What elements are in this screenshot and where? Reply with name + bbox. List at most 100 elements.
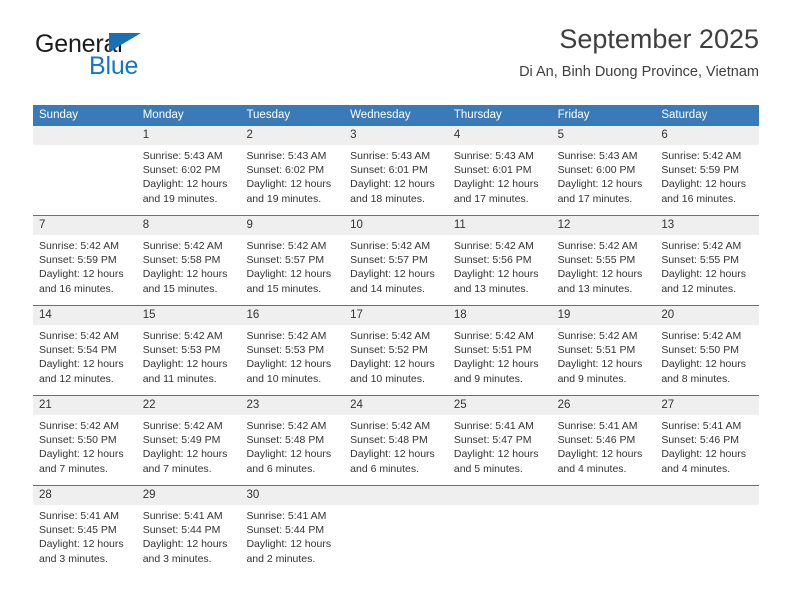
day-number[interactable]: 18 bbox=[448, 306, 552, 325]
daylight-text-line1: Daylight: 12 hours bbox=[557, 178, 643, 191]
day-number[interactable]: 27 bbox=[655, 396, 759, 415]
daylight-text-line2: and 3 minutes. bbox=[142, 552, 212, 565]
sunset-text: Sunset: 6:02 PM bbox=[142, 164, 221, 177]
day-cell[interactable] bbox=[552, 505, 656, 575]
day-cell[interactable]: Sunrise: 5:42 AM Sunset: 5:52 PM Dayligh… bbox=[344, 325, 448, 395]
day-cell[interactable]: Sunrise: 5:42 AM Sunset: 5:57 PM Dayligh… bbox=[240, 235, 344, 305]
sunset-text: Sunset: 5:54 PM bbox=[39, 344, 117, 357]
day-number[interactable]: 28 bbox=[33, 486, 137, 505]
brand-logo[interactable]: General Blue bbox=[33, 30, 273, 88]
day-number[interactable]: 26 bbox=[552, 396, 656, 415]
day-cell[interactable]: Sunrise: 5:41 AM Sunset: 5:44 PM Dayligh… bbox=[240, 505, 344, 575]
day-number[interactable]: 13 bbox=[655, 216, 759, 235]
day-number[interactable]: 23 bbox=[240, 396, 344, 415]
daylight-text-line2: and 4 minutes. bbox=[661, 462, 731, 475]
daylight-text-line1: Daylight: 12 hours bbox=[142, 448, 228, 461]
day-cell[interactable]: Sunrise: 5:42 AM Sunset: 5:50 PM Dayligh… bbox=[33, 415, 137, 485]
day-number[interactable] bbox=[448, 486, 552, 505]
sunset-text: Sunset: 5:44 PM bbox=[142, 524, 221, 537]
day-cell[interactable]: Sunrise: 5:42 AM Sunset: 5:55 PM Dayligh… bbox=[655, 235, 759, 305]
sunrise-text: Sunrise: 5:41 AM bbox=[142, 510, 223, 522]
day-number[interactable] bbox=[655, 486, 759, 505]
day-cell[interactable]: Sunrise: 5:42 AM Sunset: 5:48 PM Dayligh… bbox=[240, 415, 344, 485]
sunset-text: Sunset: 5:46 PM bbox=[661, 434, 739, 447]
day-cell[interactable]: Sunrise: 5:42 AM Sunset: 5:48 PM Dayligh… bbox=[344, 415, 448, 485]
day-number[interactable]: 7 bbox=[33, 216, 137, 235]
day-number[interactable] bbox=[33, 126, 137, 145]
day-number[interactable]: 20 bbox=[655, 306, 759, 325]
day-number[interactable]: 10 bbox=[344, 216, 448, 235]
day-number[interactable] bbox=[552, 486, 656, 505]
day-cell[interactable]: Sunrise: 5:42 AM Sunset: 5:53 PM Dayligh… bbox=[240, 325, 344, 395]
daylight-text-line1: Daylight: 12 hours bbox=[453, 448, 539, 461]
day-cell[interactable]: Sunrise: 5:42 AM Sunset: 5:58 PM Dayligh… bbox=[137, 235, 241, 305]
day-cell[interactable]: Sunrise: 5:41 AM Sunset: 5:45 PM Dayligh… bbox=[33, 505, 137, 575]
day-number[interactable]: 5 bbox=[552, 126, 656, 145]
day-cell[interactable]: Sunrise: 5:42 AM Sunset: 5:51 PM Dayligh… bbox=[448, 325, 552, 395]
day-number[interactable]: 19 bbox=[552, 306, 656, 325]
day-cell[interactable] bbox=[448, 505, 552, 575]
daylight-text-line2: and 12 minutes. bbox=[661, 282, 737, 295]
daylight-text-line2: and 15 minutes. bbox=[246, 282, 322, 295]
day-number[interactable]: 16 bbox=[240, 306, 344, 325]
day-number[interactable]: 9 bbox=[240, 216, 344, 235]
daylight-text-line1: Daylight: 12 hours bbox=[350, 268, 435, 281]
day-cell[interactable] bbox=[33, 145, 137, 215]
day-cell[interactable]: Sunrise: 5:41 AM Sunset: 5:46 PM Dayligh… bbox=[552, 415, 656, 485]
day-cell[interactable]: Sunrise: 5:41 AM Sunset: 5:47 PM Dayligh… bbox=[448, 415, 552, 485]
day-cell[interactable]: Sunrise: 5:42 AM Sunset: 5:55 PM Dayligh… bbox=[552, 235, 656, 305]
day-cell[interactable]: Sunrise: 5:43 AM Sunset: 6:01 PM Dayligh… bbox=[448, 145, 552, 215]
day-number[interactable]: 2 bbox=[240, 126, 344, 145]
day-number[interactable]: 15 bbox=[137, 306, 241, 325]
sunrise-text: Sunrise: 5:42 AM bbox=[39, 240, 119, 252]
day-cell[interactable]: Sunrise: 5:42 AM Sunset: 5:54 PM Dayligh… bbox=[33, 325, 137, 395]
day-number[interactable]: 25 bbox=[448, 396, 552, 415]
day-number[interactable]: 4 bbox=[448, 126, 552, 145]
day-cell[interactable]: Sunrise: 5:43 AM Sunset: 6:01 PM Dayligh… bbox=[344, 145, 448, 215]
day-cell[interactable]: Sunrise: 5:42 AM Sunset: 5:50 PM Dayligh… bbox=[655, 325, 759, 395]
sunrise-text: Sunrise: 5:42 AM bbox=[142, 330, 223, 342]
sunset-text: Sunset: 5:55 PM bbox=[557, 254, 636, 267]
day-number[interactable]: 30 bbox=[240, 486, 344, 505]
sunrise-text: Sunrise: 5:42 AM bbox=[246, 420, 327, 432]
day-number[interactable]: 1 bbox=[137, 126, 241, 145]
day-cell[interactable] bbox=[344, 505, 448, 575]
day-cell[interactable]: Sunrise: 5:42 AM Sunset: 5:57 PM Dayligh… bbox=[344, 235, 448, 305]
daylight-text-line2: and 16 minutes. bbox=[661, 192, 737, 205]
sunrise-text: Sunrise: 5:42 AM bbox=[246, 240, 327, 252]
day-cell[interactable]: Sunrise: 5:42 AM Sunset: 5:53 PM Dayligh… bbox=[137, 325, 241, 395]
day-cell[interactable]: Sunrise: 5:41 AM Sunset: 5:46 PM Dayligh… bbox=[655, 415, 759, 485]
day-cell[interactable]: Sunrise: 5:42 AM Sunset: 5:56 PM Dayligh… bbox=[448, 235, 552, 305]
day-number[interactable]: 11 bbox=[448, 216, 552, 235]
day-cell[interactable] bbox=[655, 505, 759, 575]
sunset-text: Sunset: 5:49 PM bbox=[142, 434, 221, 447]
daylight-text-line1: Daylight: 12 hours bbox=[142, 268, 228, 281]
day-cell[interactable]: Sunrise: 5:42 AM Sunset: 5:49 PM Dayligh… bbox=[137, 415, 241, 485]
sunset-text: Sunset: 5:47 PM bbox=[453, 434, 532, 447]
day-number[interactable]: 24 bbox=[344, 396, 448, 415]
day-number[interactable]: 14 bbox=[33, 306, 137, 325]
day-number[interactable]: 17 bbox=[344, 306, 448, 325]
day-number[interactable]: 6 bbox=[655, 126, 759, 145]
daylight-text-line1: Daylight: 12 hours bbox=[557, 448, 643, 461]
sunset-text: Sunset: 5:51 PM bbox=[453, 344, 532, 357]
day-number[interactable]: 8 bbox=[137, 216, 241, 235]
day-cell[interactable]: Sunrise: 5:42 AM Sunset: 5:59 PM Dayligh… bbox=[33, 235, 137, 305]
sunset-text: Sunset: 6:01 PM bbox=[350, 164, 428, 177]
day-number[interactable]: 21 bbox=[33, 396, 137, 415]
day-number[interactable]: 22 bbox=[137, 396, 241, 415]
day-cell[interactable]: Sunrise: 5:43 AM Sunset: 6:00 PM Dayligh… bbox=[552, 145, 656, 215]
daylight-text-line2: and 4 minutes. bbox=[557, 462, 627, 475]
day-cell[interactable]: Sunrise: 5:42 AM Sunset: 5:59 PM Dayligh… bbox=[655, 145, 759, 215]
sunrise-text: Sunrise: 5:42 AM bbox=[661, 240, 742, 252]
sunrise-text: Sunrise: 5:42 AM bbox=[661, 330, 742, 342]
day-cell[interactable]: Sunrise: 5:41 AM Sunset: 5:44 PM Dayligh… bbox=[137, 505, 241, 575]
day-cell[interactable]: Sunrise: 5:42 AM Sunset: 5:51 PM Dayligh… bbox=[552, 325, 656, 395]
brand-name-blue: Blue bbox=[89, 52, 139, 80]
day-cell[interactable]: Sunrise: 5:43 AM Sunset: 6:02 PM Dayligh… bbox=[240, 145, 344, 215]
day-number[interactable]: 29 bbox=[137, 486, 241, 505]
day-number[interactable] bbox=[344, 486, 448, 505]
day-number[interactable]: 12 bbox=[552, 216, 656, 235]
day-cell[interactable]: Sunrise: 5:43 AM Sunset: 6:02 PM Dayligh… bbox=[137, 145, 241, 215]
day-number[interactable]: 3 bbox=[344, 126, 448, 145]
